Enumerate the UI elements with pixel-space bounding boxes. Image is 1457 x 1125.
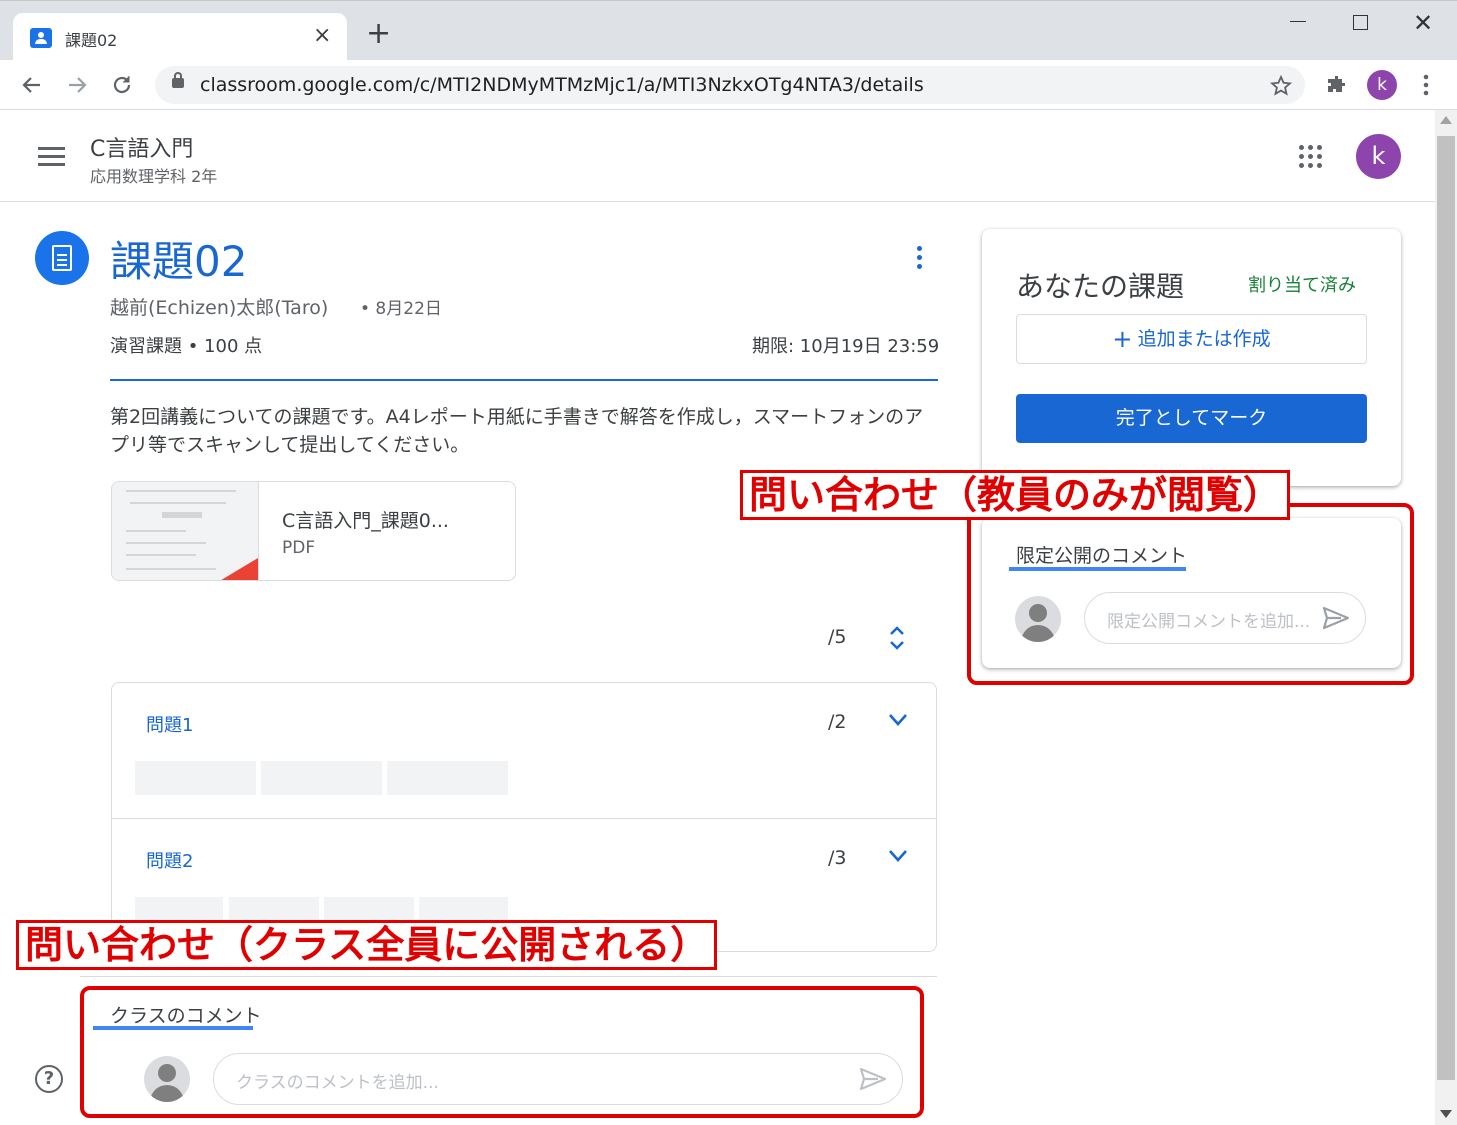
criteria-placeholder <box>261 761 382 795</box>
class-comments-divider <box>80 976 937 977</box>
classroom-header: C言語入門 応用数理学科 2年 k <box>0 111 1435 202</box>
question-label: 問題2 <box>146 851 194 872</box>
chevron-down-icon[interactable] <box>888 713 908 727</box>
title-divider <box>110 379 938 381</box>
criteria-placeholder <box>135 761 256 795</box>
tab-close-icon[interactable]: × <box>313 23 331 48</box>
menu-icon[interactable] <box>38 147 65 167</box>
total-score: /5 <box>828 626 847 648</box>
browser-tab[interactable]: 課題02 × <box>13 13 347 61</box>
scroll-thumb[interactable] <box>1437 136 1455 1080</box>
your-work-title: あなたの課題 <box>1016 270 1185 303</box>
private-comments-highlight <box>967 503 1414 685</box>
expand-collapse-icon[interactable] <box>887 624 907 652</box>
account-avatar[interactable]: k <box>1356 134 1401 179</box>
apps-grid-icon[interactable] <box>1299 145 1325 171</box>
assignment-description: 第2回講義についての課題です。A4レポート用紙に手書きで解答を作成し，スマートフ… <box>110 406 924 456</box>
question-score: /2 <box>828 711 847 733</box>
lock-icon[interactable] <box>172 72 184 88</box>
browser-profile-avatar[interactable]: k <box>1367 70 1397 100</box>
assignment-date: • 8月22日 <box>360 299 442 319</box>
scroll-down-arrow-icon[interactable] <box>1440 1110 1452 1118</box>
browser-tab-bar: 課題02 × + ✕ <box>0 0 1457 61</box>
page-scrollbar[interactable] <box>1435 110 1457 1125</box>
new-tab-button[interactable]: + <box>366 19 391 49</box>
help-icon[interactable]: ? <box>35 1065 63 1093</box>
url-text[interactable]: classroom.google.com/c/MTI2NDMyMTMzMjc1/… <box>200 74 924 96</box>
window-minimize-button[interactable] <box>1290 21 1306 22</box>
question-label: 問題1 <box>146 715 194 736</box>
window-close-button[interactable]: ✕ <box>1413 9 1433 37</box>
chevron-down-icon[interactable] <box>888 849 908 863</box>
star-icon[interactable] <box>1269 74 1293 98</box>
assignment-title: 課題02 <box>110 237 248 286</box>
rubric-card: 問題1 /2 問題2 /3 <box>111 682 937 952</box>
forward-arrow-icon[interactable] <box>65 73 89 97</box>
criteria-placeholder <box>387 761 508 795</box>
status-badge: 割り当て済み <box>1248 275 1356 296</box>
add-or-create-button[interactable]: + 追加または作成 <box>1016 314 1367 364</box>
class-annotation-label: 問い合わせ（クラス全員に公開される） <box>16 920 718 970</box>
attachment-name: C言語入門_課題0... <box>282 510 449 532</box>
course-section: 応用数理学科 2年 <box>90 167 218 186</box>
class-comments-highlight <box>80 986 924 1118</box>
scroll-up-arrow-icon[interactable] <box>1440 116 1452 124</box>
question-score: /3 <box>828 847 847 869</box>
tab-title: 課題02 <box>65 31 118 50</box>
classroom-favicon-icon <box>30 28 52 48</box>
attachment-type: PDF <box>282 538 316 558</box>
assignment-due-date: 期限: 10月19日 23:59 <box>752 336 940 357</box>
more-vert-icon[interactable] <box>917 246 922 270</box>
address-bar[interactable]: classroom.google.com/c/MTI2NDMyMTMzMjc1/… <box>155 66 1305 104</box>
add-or-create-label: 追加または作成 <box>1137 328 1271 350</box>
your-work-card: あなたの課題 割り当て済み + 追加または作成 完了としてマーク <box>982 229 1401 486</box>
assignment-author: 越前(Echizen)太郎(Taro) <box>110 297 329 319</box>
browser-menu-icon[interactable] <box>1418 73 1434 97</box>
private-annotation-label: 問い合わせ（教員のみが閲覧） <box>740 470 1291 520</box>
attachment-card[interactable]: C言語入門_課題0... PDF <box>111 481 516 581</box>
window-maximize-button[interactable] <box>1353 15 1368 30</box>
rubric-row[interactable]: 問題1 /2 <box>112 683 936 818</box>
extensions-icon[interactable] <box>1325 73 1349 97</box>
attachment-thumbnail <box>112 482 259 580</box>
assignment-icon <box>35 231 89 285</box>
browser-toolbar: classroom.google.com/c/MTI2NDMyMTMzMjc1/… <box>0 60 1457 110</box>
assignment-type-points: 演習課題 • 100 点 <box>110 336 263 357</box>
back-arrow-icon[interactable] <box>20 73 44 97</box>
reload-icon[interactable] <box>110 73 134 97</box>
course-title[interactable]: C言語入門 <box>90 131 193 163</box>
plus-icon: + <box>1112 325 1133 353</box>
mark-as-done-button[interactable]: 完了としてマーク <box>1016 394 1367 443</box>
